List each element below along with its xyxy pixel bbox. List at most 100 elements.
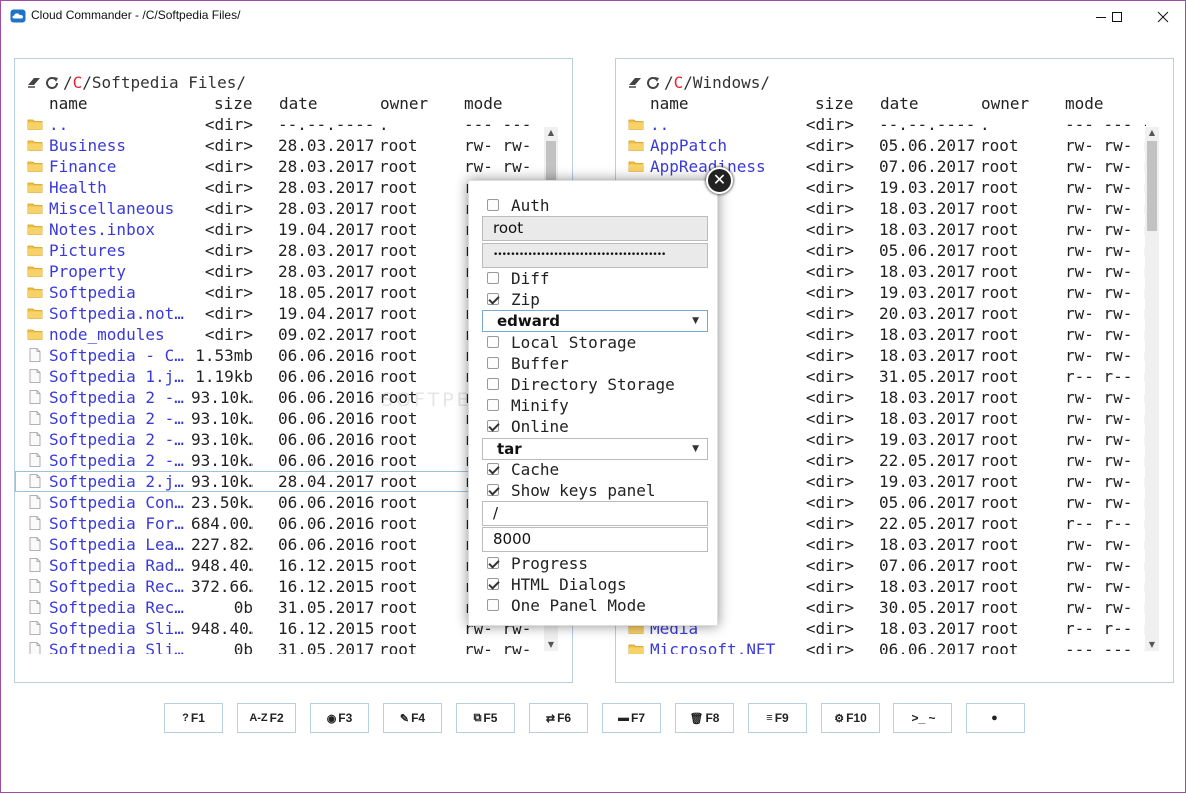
fkey-button-f4[interactable]: ✎ F4 <box>383 703 442 733</box>
refresh-icon[interactable] <box>45 75 59 89</box>
directory-storage-option[interactable]: Directory Storage <box>487 374 675 394</box>
file-row[interactable]: Softpedia 2 -…93.10k…06.06.2016rootr <box>15 408 545 429</box>
folder-row[interactable]: AppPatch <dir> 05.06.2017 root rw- rw- r <box>616 135 1146 156</box>
zip-checkbox[interactable] <box>487 293 499 305</box>
editor-select[interactable]: edward ▼ <box>482 310 708 332</box>
fkey-button-f10[interactable]: ⚙ F10 <box>821 703 880 733</box>
buffer-option[interactable]: Buffer <box>487 353 569 373</box>
folder-row[interactable]: Property<dir>28.03.2017rootr <box>15 261 545 282</box>
fkey-button-f9[interactable]: ≡ F9 <box>748 703 807 733</box>
folder-row[interactable]: .. <dir> --.--.----. --- --- <box>15 114 545 135</box>
file-name[interactable]: .. <box>49 115 189 134</box>
scroll-up-arrow[interactable]: ▲ <box>544 127 558 139</box>
minify-option[interactable]: Minify <box>487 395 569 415</box>
eraser-icon[interactable] <box>27 75 41 89</box>
directory-storage-checkbox[interactable] <box>487 378 499 390</box>
html-dialogs-checkbox[interactable] <box>487 578 499 590</box>
file-name[interactable]: Softpedia Rec… <box>49 598 189 617</box>
html-dialogs-option[interactable]: HTML Dialogs <box>487 574 627 594</box>
path-drive[interactable]: C <box>674 73 684 92</box>
fkey-button-f3[interactable]: ◉ F3 <box>310 703 369 733</box>
local-storage-option[interactable]: Local Storage <box>487 332 636 352</box>
auth-checkbox[interactable] <box>487 199 499 211</box>
col-name[interactable]: name <box>650 94 689 113</box>
one-panel-mode-option[interactable]: One Panel Mode <box>487 595 646 615</box>
packer-select[interactable]: tar ▼ <box>482 438 708 460</box>
folder-row[interactable]: Business <dir> 28.03.2017 root rw- rw- <box>15 135 545 156</box>
col-owner[interactable]: owner <box>981 94 1029 113</box>
path-drive[interactable]: C <box>73 73 83 92</box>
col-mode[interactable]: mode <box>1065 94 1104 113</box>
one-panel-mode-checkbox[interactable] <box>487 599 499 611</box>
file-name[interactable]: Softpedia 2 -… <box>49 409 189 428</box>
file-name[interactable]: node_modules <box>49 325 189 344</box>
file-name[interactable]: Softpedia For… <box>49 514 189 533</box>
file-row[interactable]: Softpedia For…684.00…06.06.2016rootr <box>15 513 545 534</box>
file-row[interactable]: Softpedia 2.j…93.10k…28.04.2017rootr <box>15 471 545 492</box>
file-name[interactable]: Softpedia.not… <box>49 304 189 323</box>
zip-option[interactable]: Zip <box>487 289 540 309</box>
prefix-input[interactable]: / <box>482 501 708 526</box>
fkey-button-f6[interactable]: ⇄ F6 <box>529 703 588 733</box>
col-name[interactable]: name <box>49 94 88 113</box>
refresh-icon[interactable] <box>646 75 660 89</box>
buffer-checkbox[interactable] <box>487 357 499 369</box>
close-window-button[interactable] <box>1140 1 1185 32</box>
auth-option[interactable]: Auth <box>487 195 550 215</box>
file-name[interactable]: Pictures <box>49 241 189 260</box>
file-name[interactable]: Softpedia 2.j… <box>49 472 189 491</box>
show-keys-panel-checkbox[interactable] <box>487 484 499 496</box>
folder-row[interactable]: Notes.inbox<dir>19.04.2017rootr <box>15 219 545 240</box>
col-size[interactable]: size <box>815 94 854 113</box>
file-name[interactable]: Business <box>49 136 189 155</box>
folder-row[interactable]: .. <dir> --.--.----. --- --- - <box>616 114 1146 135</box>
fkey-button-f5[interactable]: ⧉ F5 <box>456 703 515 733</box>
cache-option[interactable]: Cache <box>487 459 559 479</box>
folder-row[interactable]: Softpedia<dir>18.05.2017rootr <box>15 282 545 303</box>
file-row[interactable]: Softpedia 1.j…1.19kb06.06.2016rootr <box>15 366 545 387</box>
file-name[interactable]: Softpedia Con… <box>49 493 189 512</box>
file-row[interactable]: Softpedia - C…1.53mb06.06.2016rootr <box>15 345 545 366</box>
file-row[interactable]: Softpedia Rad…948.40…16.12.2015rootr <box>15 555 545 576</box>
file-name[interactable]: Finance <box>49 157 189 176</box>
path-root[interactable]: / <box>664 73 674 92</box>
online-checkbox[interactable] <box>487 420 499 432</box>
path-folder[interactable]: /Softpedia Files/ <box>82 73 246 92</box>
folder-row[interactable]: Microsoft.NET <dir> 06.06.2017 root --- --- … <box>616 639 1146 654</box>
file-name[interactable]: Softpedia 2 -… <box>49 430 189 449</box>
username-input[interactable]: root <box>482 216 708 241</box>
show-keys-panel-option[interactable]: Show keys panel <box>487 480 656 500</box>
file-name[interactable]: Softpedia Lea… <box>49 535 189 554</box>
file-row[interactable]: Softpedia Rec…372.66…16.12.2015rootr <box>15 576 545 597</box>
fkey-button-f2[interactable]: A-Z F2 <box>237 703 296 733</box>
file-name[interactable]: Softpedia <box>49 283 189 302</box>
online-option[interactable]: Online <box>487 416 569 436</box>
file-name[interactable]: .. <box>650 115 790 134</box>
diff-checkbox[interactable] <box>487 272 499 284</box>
file-name[interactable]: Softpedia Sli… <box>49 640 189 654</box>
right-scrollbar[interactable]: ▲ ▼ <box>1145 127 1159 651</box>
file-name[interactable]: Softpedia 2 -… <box>49 388 189 407</box>
fkey-button-chat[interactable]: ● <box>966 703 1025 733</box>
cache-checkbox[interactable] <box>487 463 499 475</box>
file-name[interactable]: Property <box>49 262 189 281</box>
file-name[interactable]: Softpedia - C… <box>49 346 189 365</box>
file-name[interactable]: Softpedia 1.j… <box>49 367 189 386</box>
scroll-down-arrow[interactable]: ▼ <box>1145 639 1159 651</box>
fkey-button-console[interactable]: >_ ~ <box>893 703 952 733</box>
scroll-up-arrow[interactable]: ▲ <box>1145 127 1159 139</box>
folder-row[interactable]: Finance <dir> 28.03.2017 root rw- rw- <box>15 156 545 177</box>
diff-option[interactable]: Diff <box>487 268 550 288</box>
fkey-button-f8[interactable]: 🗑 F8 <box>675 703 734 733</box>
file-row[interactable]: Softpedia Sli… 948.40… 16.12.2015 root rw- r… <box>15 618 545 639</box>
scroll-down-arrow[interactable]: ▼ <box>544 639 558 651</box>
eraser-icon[interactable] <box>628 75 642 89</box>
fkey-button-f7[interactable]: ▬ F7 <box>602 703 661 733</box>
folder-row[interactable]: Pictures<dir>28.03.2017rootr <box>15 240 545 261</box>
file-row[interactable]: Softpedia Rec…0b31.05.2017rootr <box>15 597 545 618</box>
file-name[interactable]: Microsoft.NET <box>650 640 790 654</box>
file-row[interactable]: Softpedia 2 -…93.10k…06.06.2016rootr <box>15 450 545 471</box>
folder-row[interactable]: Miscellaneous<dir>28.03.2017rootr <box>15 198 545 219</box>
local-storage-checkbox[interactable] <box>487 336 499 348</box>
file-row[interactable]: Softpedia Lea…227.82…06.06.2016rootr <box>15 534 545 555</box>
